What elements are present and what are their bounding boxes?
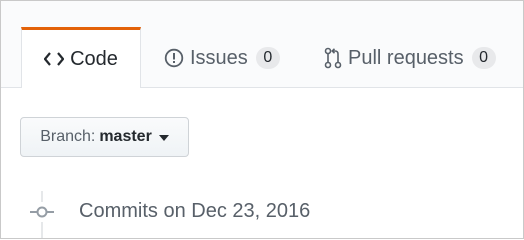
branch-name: master xyxy=(99,128,152,145)
branch-prefix: Branch: xyxy=(40,128,96,145)
tab-issues[interactable]: Issues 0 xyxy=(164,29,280,87)
pull-requests-counter: 0 xyxy=(471,47,496,69)
tab-pull-requests[interactable]: Pull requests 0 xyxy=(324,29,496,87)
tab-issues-label: Issues xyxy=(190,46,248,69)
tab-pull-requests-label: Pull requests xyxy=(348,46,464,69)
branch-select-button[interactable]: Branch: master xyxy=(20,117,189,157)
triangle-down-icon xyxy=(158,135,169,141)
tab-code[interactable]: Code xyxy=(21,27,141,88)
issues-counter: 0 xyxy=(255,47,280,69)
issue-opened-icon xyxy=(164,48,184,68)
git-commit-icon xyxy=(30,202,54,222)
repo-nav-tabs: Code Issues 0 Pull requests 0 xyxy=(1,1,523,88)
git-pull-request-icon xyxy=(324,47,342,69)
repo-page: Code Issues 0 Pull requests 0 Branch: ma… xyxy=(0,0,524,239)
commits-date-heading: Commits on Dec 23, 2016 xyxy=(79,200,311,222)
code-icon xyxy=(44,51,65,67)
tab-code-label: Code xyxy=(70,47,118,70)
